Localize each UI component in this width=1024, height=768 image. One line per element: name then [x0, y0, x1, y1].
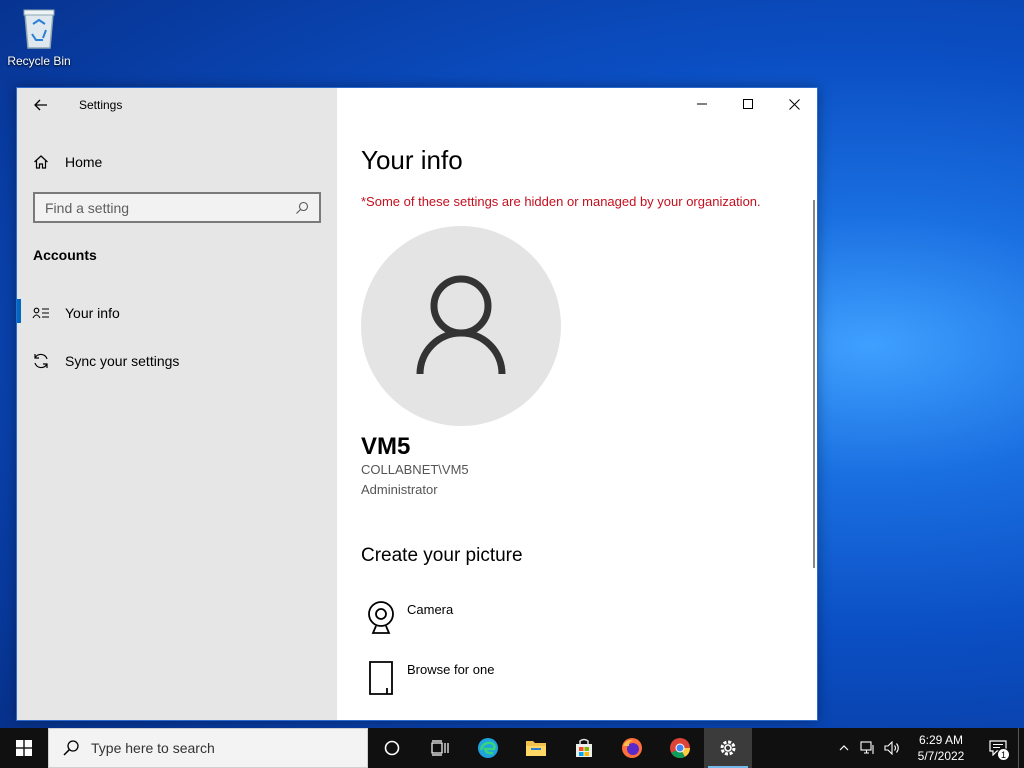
- cortana-icon: [384, 740, 400, 756]
- scrollbar[interactable]: [813, 200, 815, 568]
- webcam-icon: [361, 600, 401, 644]
- home-icon: [17, 154, 65, 170]
- task-view-icon: [431, 740, 449, 756]
- recycle-bin-label: Recycle Bin: [7, 54, 71, 68]
- clock-time: 6:29 AM: [918, 733, 964, 747]
- chevron-up-icon: [839, 745, 849, 751]
- document-icon: [361, 660, 401, 704]
- recycle-bin-icon: [23, 9, 55, 49]
- taskbar: Type here to search 6:29 AM 5/7/2022 1: [0, 728, 1024, 768]
- task-view-button[interactable]: [416, 728, 464, 768]
- edge-icon: [478, 738, 498, 758]
- search-icon: [296, 201, 309, 214]
- edge-button[interactable]: [464, 728, 512, 768]
- firefox-icon: [622, 738, 642, 758]
- settings-window: Settings Home Accounts Your info Sync yo…: [16, 87, 818, 721]
- title-bar[interactable]: Settings: [17, 88, 337, 122]
- cortana-button[interactable]: [368, 728, 416, 768]
- taskbar-search-placeholder: Type here to search: [91, 740, 215, 756]
- page-title: Your info: [361, 145, 463, 175]
- windows-logo-icon: [16, 740, 32, 756]
- store-icon: [576, 738, 592, 757]
- maximize-icon: [743, 99, 753, 109]
- settings-icon: [720, 740, 736, 756]
- start-button[interactable]: [0, 728, 48, 768]
- close-icon: [788, 98, 800, 110]
- speaker-icon: [884, 741, 899, 755]
- find-setting-input[interactable]: [45, 199, 295, 216]
- taskbar-search-box[interactable]: Type here to search: [48, 728, 368, 768]
- sidebar-item-your-info-label: Your info: [65, 305, 120, 321]
- tray-overflow-button[interactable]: [832, 728, 856, 768]
- camera-option[interactable]: Camera: [361, 600, 661, 644]
- sidebar: Settings Home Accounts Your info Sync yo…: [17, 88, 337, 720]
- contact-card-icon: [17, 306, 65, 320]
- search-icon: [63, 740, 79, 756]
- avatar: [361, 226, 561, 426]
- back-arrow-icon: [34, 99, 47, 111]
- user-placeholder-icon: [416, 275, 506, 375]
- firefox-button[interactable]: [608, 728, 656, 768]
- settings-taskbar-button[interactable]: [704, 728, 752, 768]
- minimize-button[interactable]: [679, 88, 725, 120]
- accounts-section-label: Accounts: [33, 247, 97, 263]
- chrome-icon: [670, 738, 691, 759]
- browse-option-label: Browse for one: [407, 662, 495, 677]
- action-center-button[interactable]: 1: [978, 728, 1018, 768]
- system-tray: 6:29 AM 5/7/2022 1: [832, 728, 1024, 768]
- maximize-button[interactable]: [725, 88, 771, 120]
- clock-date: 5/7/2022: [917, 749, 965, 763]
- back-button[interactable]: [29, 94, 53, 116]
- taskbar-clock[interactable]: 6:29 AM 5/7/2022: [904, 732, 978, 764]
- minimize-icon: [697, 103, 707, 105]
- network-icon: [860, 741, 874, 754]
- chrome-button[interactable]: [656, 728, 704, 768]
- window-title: Settings: [79, 98, 123, 112]
- browse-option[interactable]: Browse for one: [361, 660, 661, 704]
- window-controls: [679, 88, 817, 120]
- show-desktop-button[interactable]: [1018, 728, 1024, 768]
- user-name: VM5: [361, 433, 411, 460]
- user-domain-account: COLLABNET\VM5: [361, 462, 469, 477]
- store-button[interactable]: [560, 728, 608, 768]
- file-explorer-icon: [526, 741, 546, 756]
- sync-icon: [17, 352, 65, 370]
- network-button[interactable]: [856, 728, 880, 768]
- sidebar-item-home[interactable]: Home: [17, 142, 337, 182]
- create-picture-heading: Create your picture: [361, 545, 523, 566]
- camera-option-label: Camera: [407, 602, 454, 617]
- notification-badge: 1: [997, 748, 1010, 761]
- find-setting-search[interactable]: [33, 192, 321, 223]
- volume-button[interactable]: [880, 728, 904, 768]
- content-pane: Your info *Some of these settings are hi…: [337, 88, 817, 720]
- user-role: Administrator: [361, 482, 438, 497]
- sidebar-item-sync-settings[interactable]: Sync your settings: [17, 341, 337, 381]
- recycle-bin-desktop-icon[interactable]: Recycle Bin: [6, 6, 72, 68]
- sidebar-item-sync-settings-label: Sync your settings: [65, 353, 180, 369]
- file-explorer-button[interactable]: [512, 728, 560, 768]
- sidebar-item-your-info[interactable]: Your info: [17, 293, 337, 333]
- close-button[interactable]: [771, 88, 817, 120]
- managed-settings-warning: *Some of these settings are hidden or ma…: [361, 194, 761, 209]
- sidebar-item-home-label: Home: [65, 154, 103, 170]
